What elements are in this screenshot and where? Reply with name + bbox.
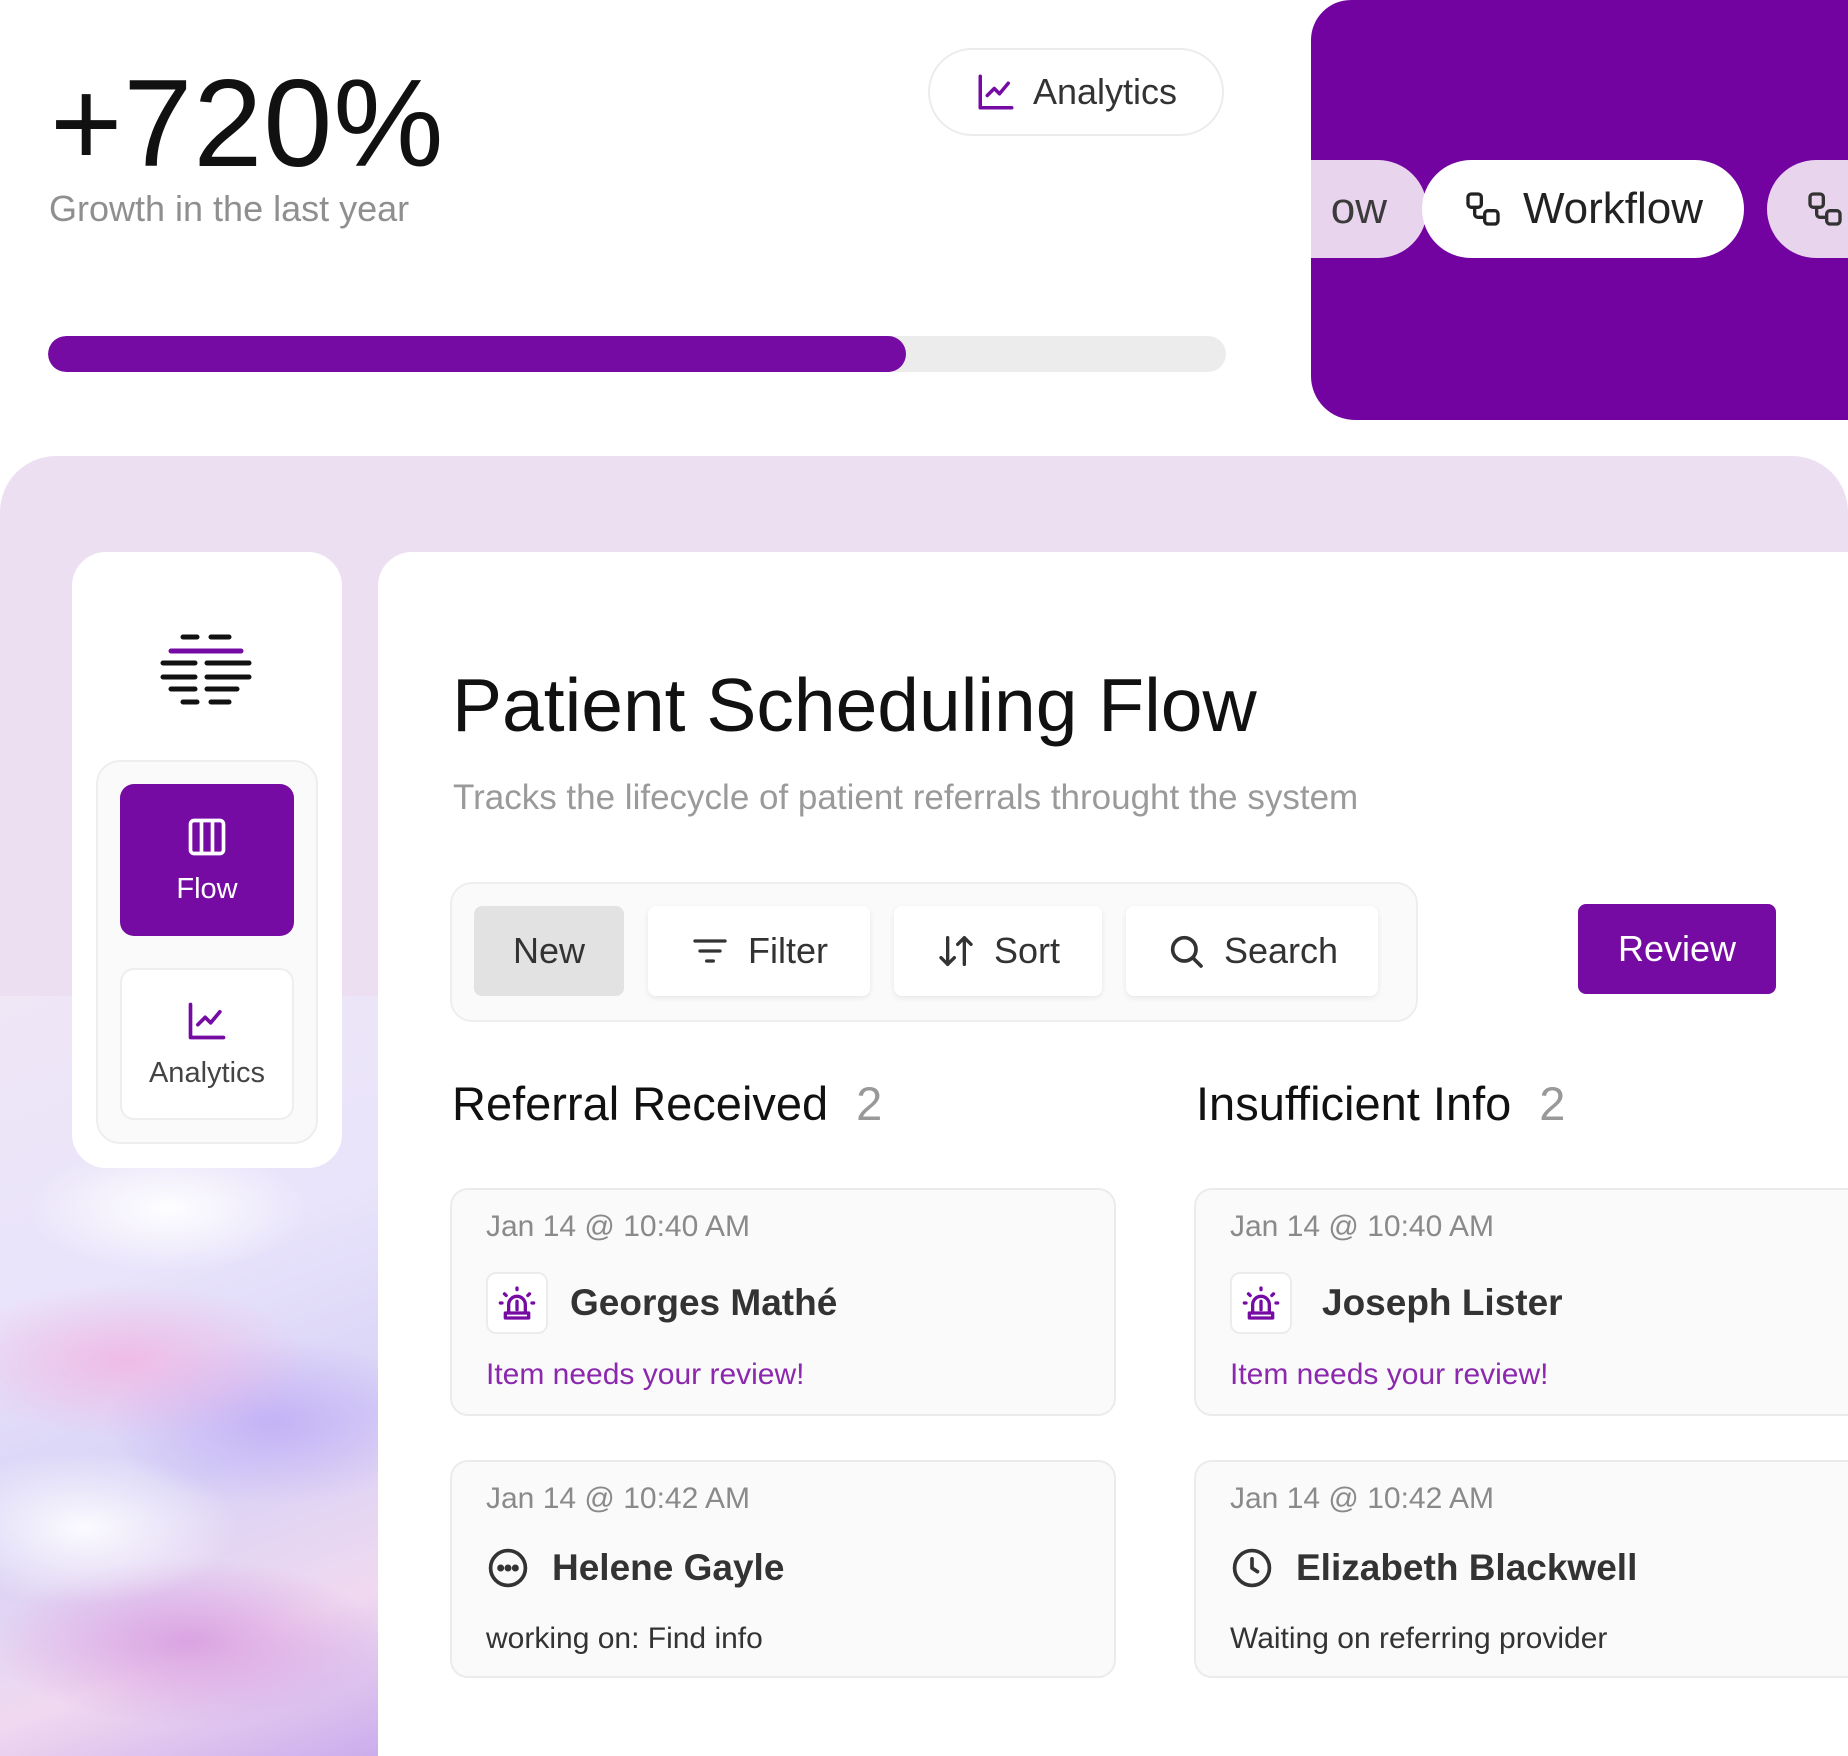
sort-icon	[936, 931, 976, 971]
workflow-icon	[1463, 189, 1503, 229]
siren-icon	[1230, 1272, 1292, 1334]
growth-progress-bar	[48, 336, 1226, 372]
main-panel: Patient Scheduling Flow Tracks the lifec…	[378, 552, 1848, 1756]
growth-progress-fill	[48, 336, 906, 372]
sidebar-item-label: Analytics	[148, 1056, 266, 1089]
toolbar: New Filter Sort Search	[450, 882, 1418, 1022]
column-title: Insufficient Info	[1196, 1077, 1512, 1130]
column-header-insufficient-info: Insufficient Info 2	[1196, 1076, 1565, 1131]
new-button-label: New	[512, 930, 586, 971]
new-button[interactable]: New	[474, 906, 624, 996]
workflow-pill[interactable]: Workflow	[1422, 160, 1744, 258]
search-button[interactable]: Search	[1126, 906, 1378, 996]
growth-value: +720%	[50, 55, 445, 193]
chart-line-icon	[975, 71, 1017, 113]
card-status: Waiting on referring provider	[1230, 1622, 1608, 1655]
search-button-label: Search	[1223, 930, 1339, 971]
card-timestamp: Jan 14 @ 10:40 AM	[1230, 1210, 1494, 1243]
sidebar-item-flow[interactable]: Flow	[120, 784, 294, 936]
card-patient-name: Georges Mathé	[570, 1282, 838, 1323]
sidebar: Flow Analytics	[72, 552, 342, 1168]
chart-line-icon	[185, 999, 229, 1043]
card-status: Item needs your review!	[486, 1358, 805, 1391]
workflow-pill-next[interactable]	[1767, 160, 1848, 258]
workflow-pill-label: Workflow	[1522, 184, 1704, 233]
card-timestamp: Jan 14 @ 10:40 AM	[486, 1210, 750, 1243]
ellipsis-circle-icon	[486, 1546, 530, 1590]
workflow-pill-prev[interactable]: ow	[1311, 160, 1427, 258]
column-count: 2	[1539, 1077, 1566, 1130]
referral-card[interactable]: Jan 14 @ 10:40 AM Joseph Lister Item nee…	[1194, 1188, 1848, 1416]
analytics-chip-label: Analytics	[1032, 71, 1178, 112]
siren-icon	[486, 1272, 548, 1334]
clock-icon	[1230, 1546, 1274, 1590]
sidebar-item-analytics[interactable]: Analytics	[120, 968, 294, 1120]
app-logo	[159, 632, 253, 708]
card-status: working on: Find info	[486, 1622, 763, 1655]
search-icon	[1166, 931, 1206, 971]
filter-button[interactable]: Filter	[648, 906, 870, 996]
card-name-row: Elizabeth Blackwell	[1230, 1546, 1637, 1590]
filter-button-label: Filter	[748, 930, 828, 971]
card-patient-name: Helene Gayle	[552, 1547, 785, 1588]
workflow-pill-prev-label: ow	[1330, 184, 1387, 233]
sidebar-nav: Flow Analytics	[96, 760, 318, 1144]
sort-button[interactable]: Sort	[894, 906, 1102, 996]
growth-caption: Growth in the last year	[49, 188, 410, 229]
card-name-row: Joseph Lister	[1230, 1272, 1563, 1334]
page-title: Patient Scheduling Flow	[452, 663, 1257, 747]
card-timestamp: Jan 14 @ 10:42 AM	[486, 1482, 750, 1515]
page-subtitle: Tracks the lifecycle of patient referral…	[453, 778, 1359, 817]
review-button[interactable]: Review	[1578, 904, 1776, 994]
card-status: Item needs your review!	[1230, 1358, 1549, 1391]
card-patient-name: Joseph Lister	[1322, 1282, 1563, 1323]
card-name-row: Georges Mathé	[486, 1272, 837, 1334]
column-title: Referral Received	[452, 1077, 829, 1130]
review-button-label: Review	[1617, 928, 1737, 969]
referral-card[interactable]: Jan 14 @ 10:40 AM Georges Mathé Item nee…	[450, 1188, 1116, 1416]
app-frame: Flow Analytics Patient Scheduling Flow T…	[0, 456, 1848, 1756]
analytics-chip[interactable]: Analytics	[928, 48, 1224, 136]
referral-card[interactable]: Jan 14 @ 10:42 AM Elizabeth Blackwell Wa…	[1194, 1460, 1848, 1678]
column-count: 2	[856, 1077, 883, 1130]
columns-icon	[185, 815, 229, 859]
filter-icon	[690, 931, 730, 971]
sort-button-label: Sort	[993, 930, 1061, 971]
referral-card[interactable]: Jan 14 @ 10:42 AM Helene Gayle working o…	[450, 1460, 1116, 1678]
workflow-card: ow Workflow	[1311, 0, 1848, 420]
card-patient-name: Elizabeth Blackwell	[1296, 1547, 1638, 1588]
sidebar-item-label: Flow	[176, 872, 238, 905]
column-header-referral-received: Referral Received 2	[452, 1076, 882, 1131]
card-name-row: Helene Gayle	[486, 1546, 784, 1590]
card-timestamp: Jan 14 @ 10:42 AM	[1230, 1482, 1494, 1515]
workflow-icon	[1805, 189, 1845, 229]
